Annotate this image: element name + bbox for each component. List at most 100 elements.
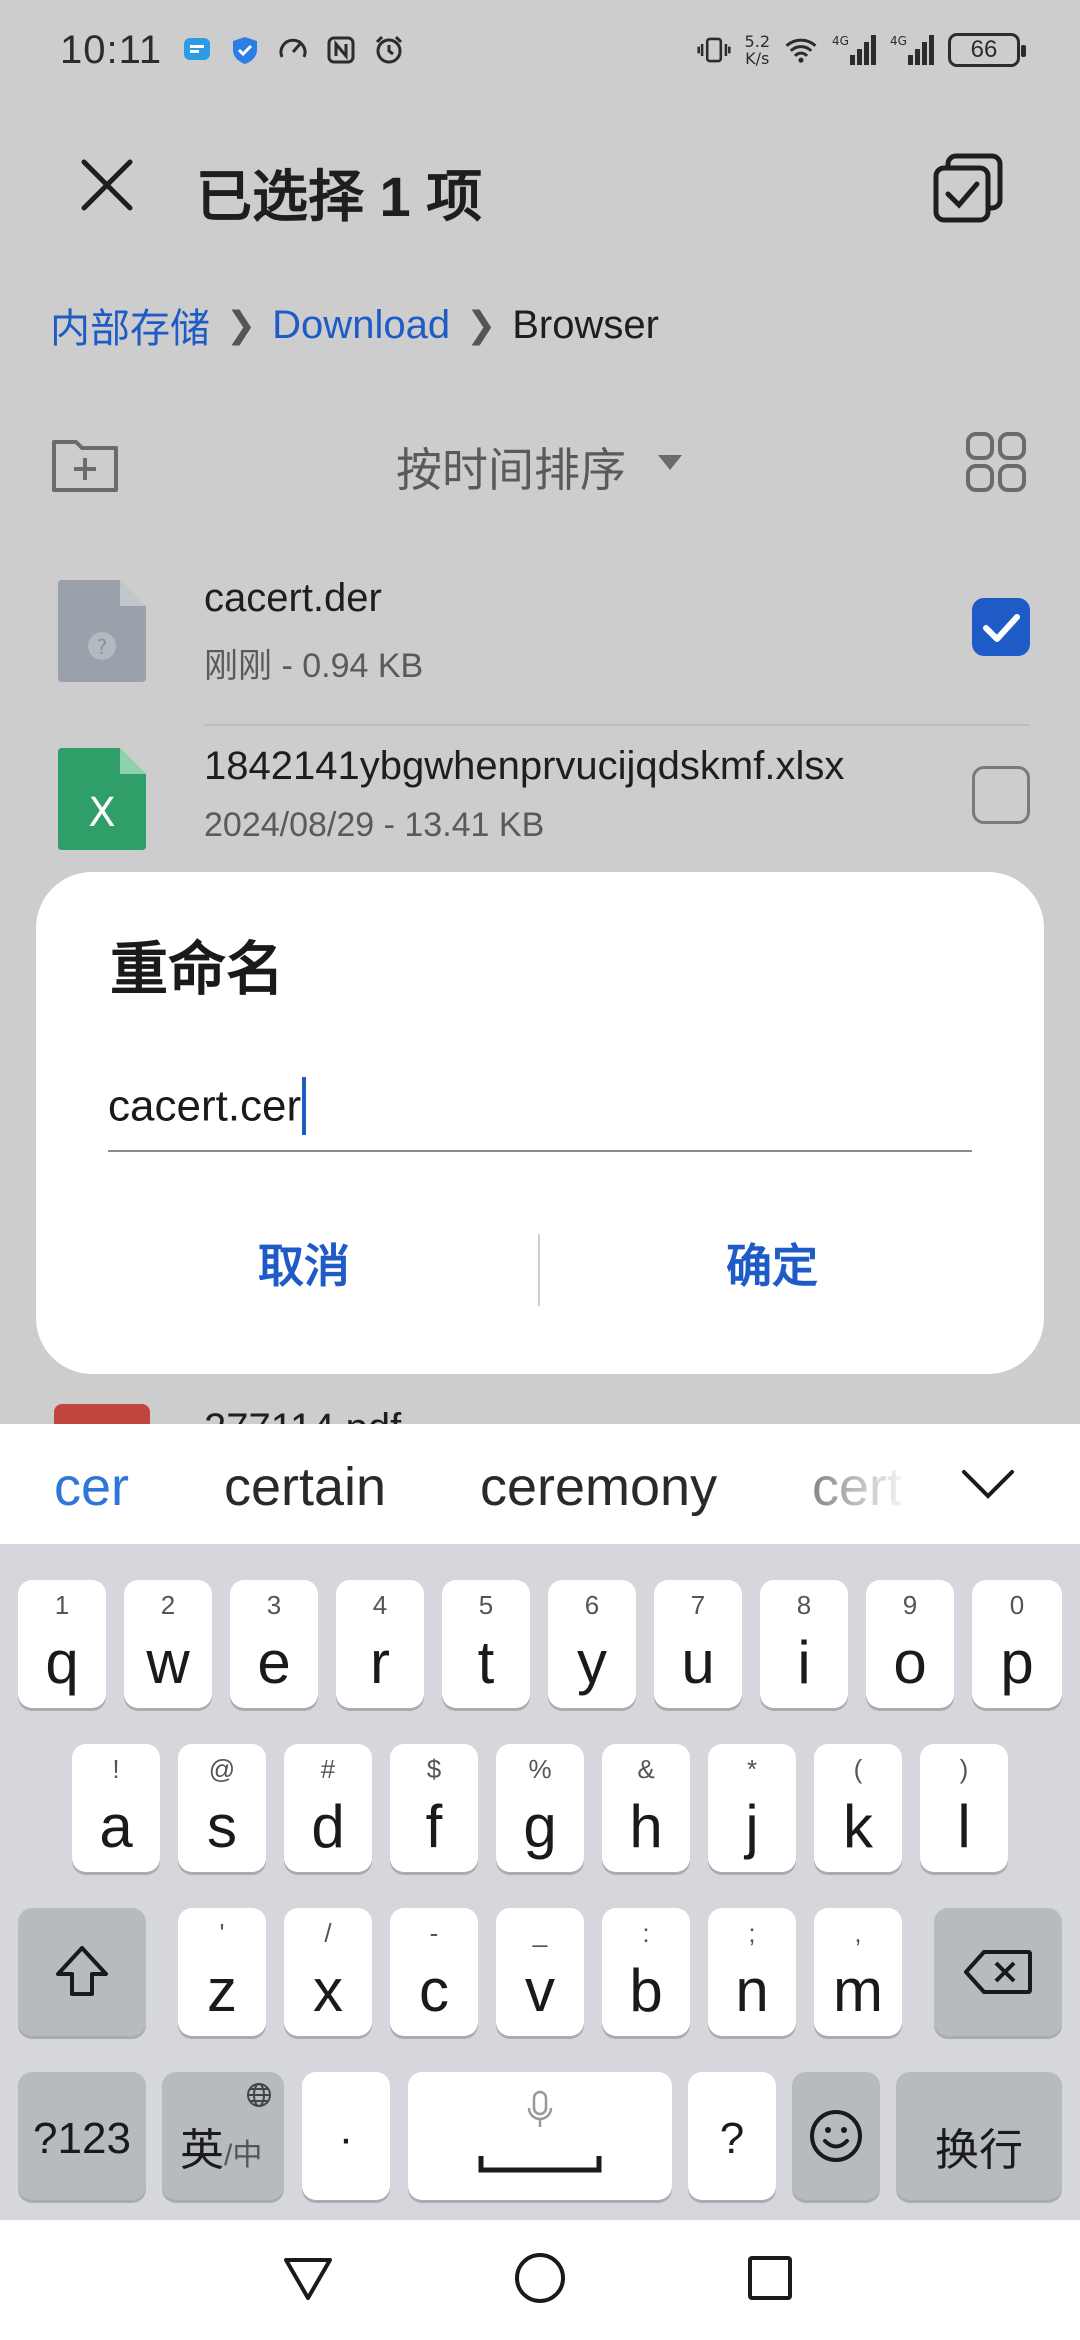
file-name: 1842141ybgwhenprvucijqdskmf.xlsx (204, 744, 845, 788)
symbols-key[interactable]: ?123 (18, 2072, 146, 2200)
checkmark-icon (983, 614, 1020, 642)
chevron-right-icon: ❯ (466, 304, 497, 345)
svg-text:X: X (88, 790, 115, 836)
system-status-icons: 5.2 K/s 4G 4G 66 (696, 32, 1026, 68)
globe-icon (247, 2083, 271, 2107)
key-k[interactable]: (k (814, 1744, 902, 1872)
file-checkbox-unchecked[interactable] (972, 766, 1030, 824)
cancel-button[interactable]: 取消 (258, 1230, 350, 1296)
key-m[interactable]: ,m (814, 1908, 902, 2036)
file-checkbox-checked[interactable] (972, 598, 1030, 656)
selection-header: 已选择 1 项 (0, 120, 1080, 250)
rename-input[interactable]: cacert.cer (108, 1068, 972, 1152)
status-bar: 10:11 5.2 K/s 4G 4G 66 (0, 0, 1080, 100)
key-b[interactable]: :b (602, 1908, 690, 2036)
suggestion-item[interactable]: cer (54, 1456, 129, 1518)
shift-key[interactable] (18, 1908, 146, 2036)
key-g[interactable]: % g (496, 1744, 584, 1872)
emoji-key[interactable] (792, 2072, 880, 2200)
emoji-icon (810, 2110, 862, 2162)
key-e[interactable]: 3e (230, 1580, 318, 1708)
alarm-icon (372, 33, 406, 67)
close-icon (81, 159, 133, 211)
suggestion-item[interactable]: ceremony (480, 1456, 717, 1518)
microphone-icon (527, 2090, 553, 2127)
rename-input-value: cacert.cer (108, 1077, 307, 1138)
question-key[interactable]: ? (688, 2072, 776, 2200)
grid-view-icon[interactable] (964, 430, 1028, 494)
key-i[interactable]: 8i (760, 1580, 848, 1708)
dialog-title: 重命名 (110, 937, 285, 1002)
recents-icon[interactable] (740, 2248, 800, 2308)
nfc-icon (324, 33, 358, 67)
rename-dialog: 重命名 cacert.cer 取消 确定 (36, 872, 1044, 1374)
fade-overlay (800, 1424, 940, 1544)
confirm-button[interactable]: 确定 (726, 1230, 818, 1296)
key-f[interactable]: $ f (390, 1744, 478, 1872)
key-j[interactable]: * j (708, 1744, 796, 1872)
home-icon[interactable] (510, 2248, 570, 2308)
key-d[interactable]: # d (284, 1744, 372, 1872)
svg-text:?: ? (97, 635, 108, 659)
breadcrumb-current: Browser (512, 302, 659, 347)
file-name: cacert.der (204, 576, 382, 620)
wifi-icon (784, 33, 818, 67)
dot-key[interactable]: · (302, 2072, 390, 2200)
caret-down-icon (658, 455, 682, 470)
system-navigation-bar (0, 2220, 1080, 2340)
key-q[interactable]: 1q (18, 1580, 106, 1708)
key-c[interactable]: -c (390, 1908, 478, 2036)
select-all-icon (933, 153, 1003, 223)
key-y[interactable]: 6y (548, 1580, 636, 1708)
keyboard: 1q 2w 3e 4r 5t 6y 7u 8i 9o 0p ! a @ s # d $… (0, 1544, 1080, 2220)
enter-key[interactable]: 换行 (896, 2072, 1062, 2200)
key-p[interactable]: 0p (972, 1580, 1062, 1708)
chevron-down-icon[interactable] (960, 1466, 1016, 1502)
file-list-item[interactable]: ? cacert.der 刚刚 - 0.94 KB (0, 560, 1080, 726)
suggestion-item[interactable]: certain (224, 1456, 386, 1518)
space-bar-icon (478, 2156, 602, 2173)
security-shield-icon (228, 33, 262, 67)
message-notification-icon (180, 33, 214, 67)
key-n[interactable]: ; n (708, 1908, 796, 2036)
select-all-button[interactable] (930, 150, 1006, 226)
network-speed: 5.2 K/s (744, 32, 770, 68)
key-a[interactable]: ! a (72, 1744, 160, 1872)
key-r[interactable]: 4r (336, 1580, 424, 1708)
key-s[interactable]: @ s (178, 1744, 266, 1872)
key-l[interactable]: ) l (920, 1744, 1008, 1872)
keyboard-suggestion-bar: cer certain ceremony cert (0, 1424, 1080, 1544)
breadcrumb-internal-storage[interactable]: 内部存储 (50, 296, 210, 354)
divider (538, 1234, 540, 1306)
speed-gauge-icon (276, 33, 310, 67)
svg-text:4G: 4G (832, 34, 849, 48)
key-z[interactable]: ' z (178, 1908, 266, 2036)
unknown-file-icon: ? (54, 576, 150, 686)
backspace-key[interactable] (934, 1908, 1062, 2036)
breadcrumb-download[interactable]: Download (272, 303, 450, 348)
close-selection-button[interactable] (72, 150, 142, 220)
file-meta: 2024/08/29 - 13.41 KB (204, 806, 545, 844)
key-w[interactable]: 2w (124, 1580, 212, 1708)
vibrate-icon (696, 33, 731, 67)
file-toolbar: 按时间排序 (0, 420, 1080, 510)
svg-text:4G: 4G (890, 34, 907, 48)
notification-icons (180, 33, 406, 67)
back-icon[interactable] (278, 2248, 338, 2308)
new-folder-icon[interactable] (50, 434, 120, 494)
key-x[interactable]: / x (284, 1908, 372, 2036)
shift-arrow-icon (56, 1946, 108, 1996)
status-time: 10:11 (60, 27, 163, 72)
file-meta: 刚刚 - 0.94 KB (204, 647, 424, 685)
space-key[interactable] (408, 2072, 672, 2200)
cellular-signal-icon: 4G (832, 33, 876, 67)
key-h[interactable]: & h (602, 1744, 690, 1872)
key-t[interactable]: 5t (442, 1580, 530, 1708)
sort-dropdown[interactable]: 按时间排序 (396, 434, 626, 500)
divider (204, 724, 1030, 726)
file-list-item[interactable]: X 1842141ybgwhenprvucijqdskmf.xlsx 2024/… (0, 728, 1080, 894)
language-switch-key[interactable]: 英/中 (162, 2072, 284, 2200)
key-v[interactable]: _ v (496, 1908, 584, 2036)
key-o[interactable]: 9o (866, 1580, 954, 1708)
key-u[interactable]: 7u (654, 1580, 742, 1708)
